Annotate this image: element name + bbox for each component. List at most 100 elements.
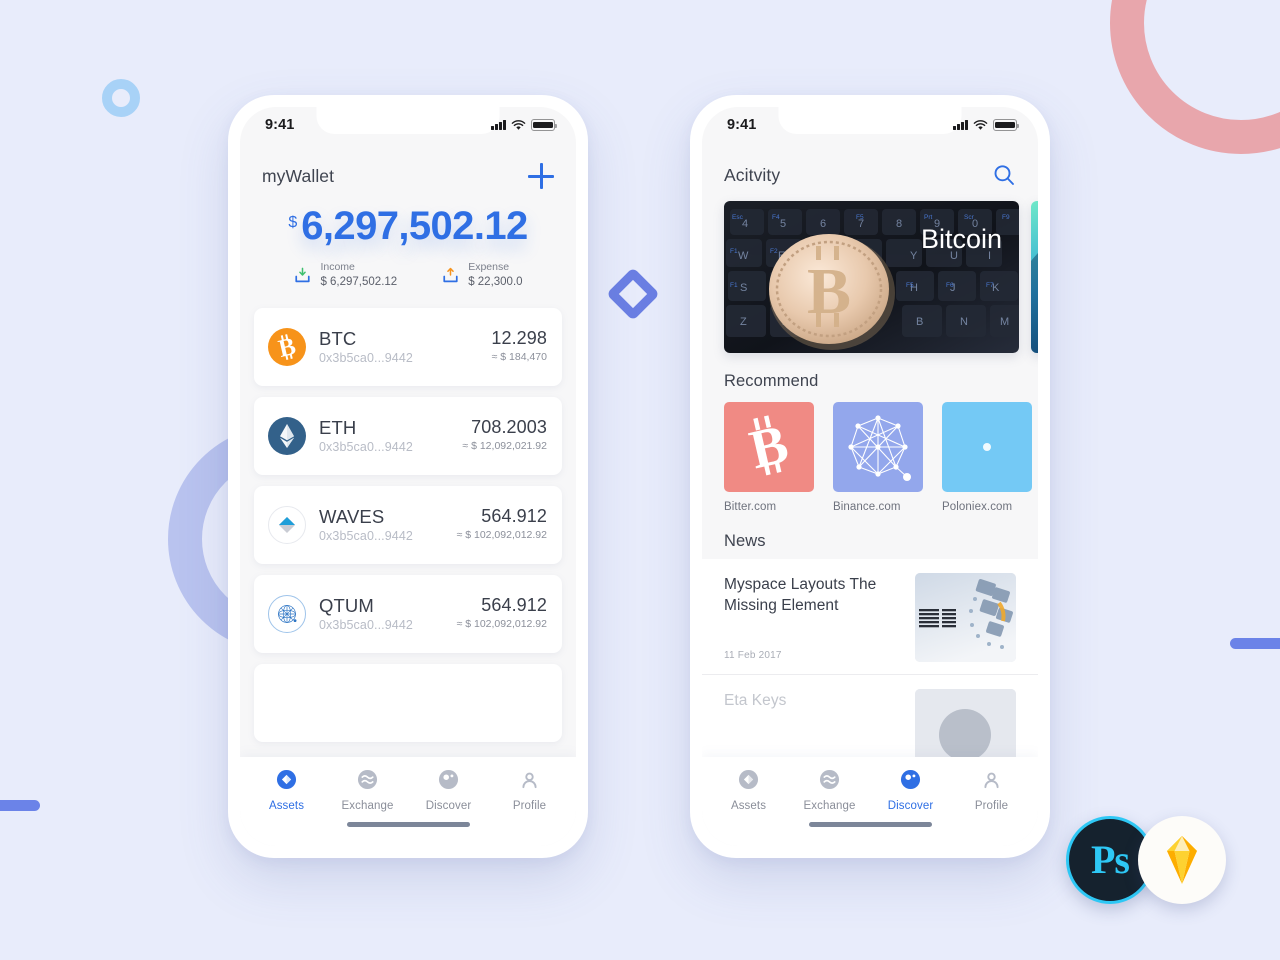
assets-diamond-icon	[276, 769, 297, 790]
banner-carousel[interactable]: 456 789 0 WER YUI SD HJK ZX BNM	[702, 187, 1038, 353]
income-summary[interactable]: Income $ 6,297,502.12	[293, 261, 397, 290]
home-indicator-area	[240, 816, 576, 846]
svg-text:Z: Z	[740, 316, 747, 328]
exchange-waves-icon	[357, 769, 378, 790]
home-indicator-bar[interactable]	[346, 822, 470, 827]
tab-label: Profile	[512, 800, 547, 812]
expense-value: $ 22,300.0	[468, 275, 523, 288]
discover-compass-icon	[438, 769, 459, 790]
profile-person-icon	[522, 772, 537, 789]
discover-header: Acitvity	[702, 143, 1038, 187]
svg-text:F5: F5	[906, 282, 914, 289]
waves-coin-icon	[268, 506, 306, 545]
news-title: News	[724, 532, 766, 550]
search-icon[interactable]	[992, 163, 1016, 187]
qtum-coin-icon	[268, 595, 306, 634]
coin-amount: 564.912	[481, 506, 547, 527]
battery-icon	[993, 119, 1019, 131]
coin-address: 0x3b5ca0...9442	[319, 350, 413, 365]
wifi-icon	[511, 119, 526, 130]
svg-text:F1: F1	[730, 248, 738, 255]
tab-assets[interactable]: Assets	[246, 769, 327, 816]
tab-profile[interactable]: Profile	[489, 769, 570, 816]
coin-amount: 708.2003	[471, 417, 547, 438]
tab-label: Discover	[887, 800, 934, 812]
tab-discover[interactable]: Discover	[870, 769, 951, 816]
table-row[interactable]: ETH 0x3b5ca0...9442 708.2003 ≈ $ 12,092,…	[254, 397, 562, 476]
tab-assets[interactable]: Assets	[708, 769, 789, 816]
tab-exchange[interactable]: Exchange	[327, 769, 408, 816]
coin-identity: QTUM 0x3b5ca0...9442	[319, 595, 457, 634]
svg-text:M: M	[1000, 316, 1009, 328]
list-item[interactable]: Myspace Layouts The Missing Element 11 F…	[702, 559, 1038, 675]
tab-profile[interactable]: Profile	[951, 769, 1032, 816]
tab-label: Assets	[730, 800, 767, 812]
svg-text:5: 5	[780, 218, 786, 230]
table-row[interactable]: B BTC 0x3b5ca0...9442 12.298 ≈ $ 184,470	[254, 308, 562, 387]
coin-identity: BTC 0x3b5ca0...9442	[319, 328, 491, 367]
status-time: 9:41	[727, 117, 757, 133]
decorative-bar-left	[0, 800, 40, 811]
expense-summary[interactable]: Expense $ 22,300.0	[441, 261, 523, 290]
coin-fiat-value: ≈ $ 184,470	[491, 351, 547, 364]
list-item[interactable]: B Bitter.com	[724, 402, 814, 513]
list-item[interactable]: Poloniex.com	[942, 402, 1032, 513]
page-title: myWallet	[262, 165, 335, 186]
coin-symbol: WAVES	[319, 505, 385, 527]
coin-values: 564.912 ≈ $ 102,092,012.92	[457, 595, 547, 632]
page-title: Acitvity	[724, 164, 781, 185]
tab-label: Assets	[268, 800, 305, 812]
ethereum-coin-icon	[268, 417, 306, 456]
coin-symbol: BTC	[319, 327, 357, 349]
status-bar: 9:41	[702, 107, 1038, 143]
income-text: Income $ 6,297,502.12	[320, 261, 397, 290]
news-headline: Myspace Layouts The Missing Element	[724, 576, 877, 614]
tab-exchange[interactable]: Exchange	[789, 769, 870, 816]
status-icons	[491, 119, 557, 131]
assets-diamond-icon	[738, 769, 759, 790]
list-item[interactable]: Eta Keys	[702, 675, 1038, 757]
table-row[interactable]: WAVES 0x3b5ca0...9442 564.912 ≈ $ 102,09…	[254, 486, 562, 565]
list-item-label: Poloniex.com	[942, 501, 1013, 513]
profile-person-icon	[984, 772, 999, 789]
coin-symbol: QTUM	[319, 594, 374, 616]
coin-values: 12.298 ≈ $ 184,470	[491, 328, 547, 365]
tab-bar[interactable]: Assets Exchange Discover Profile	[702, 757, 1038, 816]
decorative-small-ring	[102, 79, 140, 117]
exchange-waves-icon	[819, 769, 840, 790]
coin-amount: 564.912	[481, 595, 547, 616]
svg-text:S: S	[740, 282, 747, 294]
balance-section: $ 6,297,502.12 Income $ 6,297,502.12 Exp…	[240, 189, 576, 290]
home-indicator-bar[interactable]	[808, 822, 932, 827]
coin-values: 564.912 ≈ $ 102,092,012.92	[457, 506, 547, 543]
plus-icon[interactable]	[528, 163, 554, 189]
home-indicator-area	[702, 816, 1038, 846]
recommend-list[interactable]: B Bitter.com Binance.com Poloniex.com	[702, 391, 1038, 513]
news-list[interactable]: Myspace Layouts The Missing Element 11 F…	[702, 551, 1038, 757]
phone-mockup-discover: 9:41 Acitvity 4 5 6 7 8 9 0 W Y U I S H …	[690, 95, 1050, 858]
bitcoin-b-icon: B	[724, 402, 814, 492]
balance-amount: 6,297,502.12	[301, 204, 528, 248]
phone-mockup-wallet: 9:41 myWallet $ 6,297,502.12 Income $ 6,…	[228, 95, 588, 858]
svg-text:F4: F4	[772, 214, 780, 221]
coin-identity: ETH 0x3b5ca0...9442	[319, 417, 462, 456]
coin-fiat-value: ≈ $ 12,092,021.92	[462, 440, 547, 453]
canvas: 9:41 myWallet $ 6,297,502.12 Income $ 6,…	[0, 0, 1280, 960]
wallet-header: myWallet	[240, 143, 576, 189]
tab-label: Exchange	[803, 800, 856, 812]
tab-bar[interactable]: Assets Exchange Discover Profile	[240, 757, 576, 816]
download-tray-icon	[295, 267, 311, 283]
svg-text:Prt: Prt	[924, 214, 933, 221]
status-bar: 9:41	[240, 107, 576, 143]
asset-list[interactable]: B BTC 0x3b5ca0...9442 12.298 ≈ $ 184,470…	[240, 290, 576, 757]
list-item[interactable]: Binance.com	[833, 402, 923, 513]
tab-discover[interactable]: Discover	[408, 769, 489, 816]
table-row[interactable]: QTUM 0x3b5ca0...9442 564.912 ≈ $ 102,092…	[254, 575, 562, 654]
tab-label: Profile	[974, 800, 1009, 812]
svg-text:F6: F6	[946, 282, 954, 289]
decorative-pink-ring	[1110, 0, 1280, 154]
news-date: 11 Feb 2017	[724, 649, 782, 661]
banner-card[interactable]	[1031, 201, 1038, 353]
table-row-partial[interactable]	[254, 664, 562, 743]
banner-card[interactable]: 456 789 0 WER YUI SD HJK ZX BNM	[724, 201, 1019, 353]
